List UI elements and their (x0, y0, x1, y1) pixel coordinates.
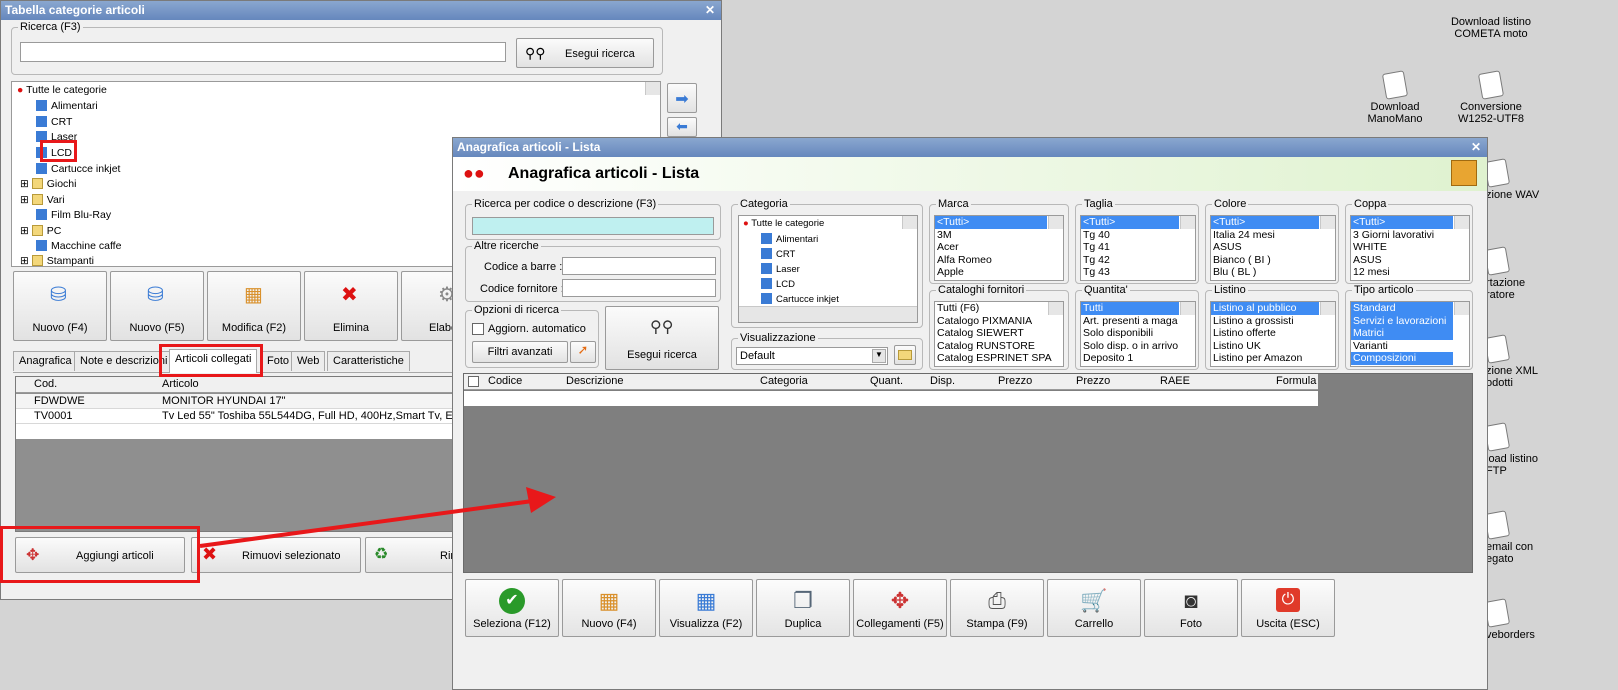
annotation-arrow (199, 487, 556, 548)
